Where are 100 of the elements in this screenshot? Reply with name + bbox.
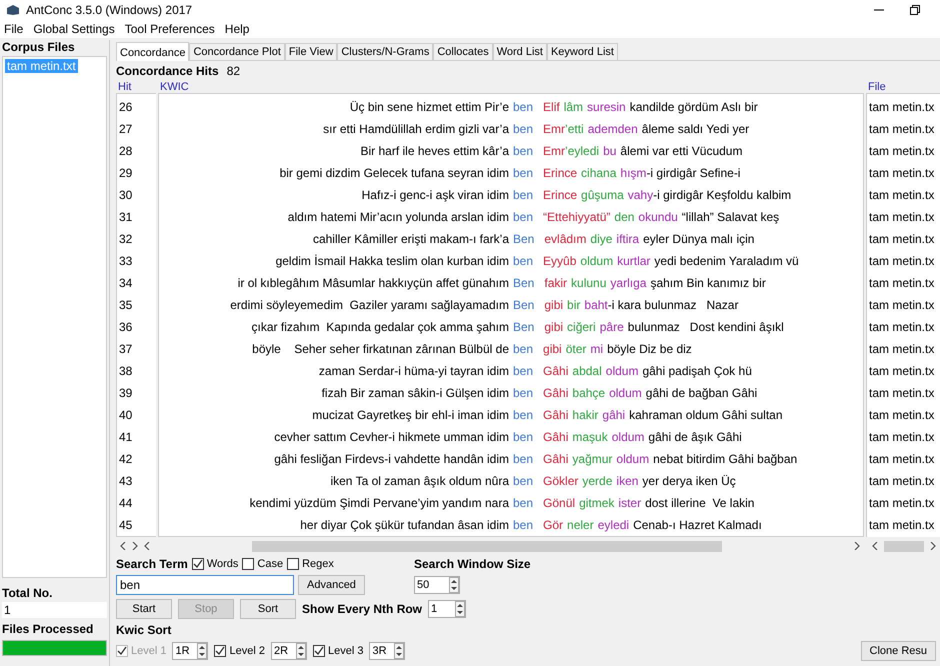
sort-word: Gâhi: [543, 429, 568, 446]
advanced-button[interactable]: Advanced: [298, 575, 365, 595]
column-header[interactable]: Hit: [116, 81, 132, 93]
maximize-icon[interactable]: [910, 5, 920, 15]
left-context: sır etti Hamdülillah erdim gizli var’a: [323, 121, 509, 138]
scroll-right-icon[interactable]: [132, 542, 138, 550]
spinner-arrows-icon[interactable]: [455, 601, 466, 617]
search-term: ben: [513, 407, 534, 424]
menu-item[interactable]: Help: [224, 22, 250, 36]
menu-item[interactable]: Tool Preferences: [124, 22, 215, 36]
spinner-arrows-icon[interactable]: [197, 643, 208, 659]
search-term: ben: [513, 385, 534, 402]
sort-word: oldum: [606, 363, 638, 380]
level-spinner[interactable]: 3R: [369, 642, 406, 660]
sort-word: oldum: [612, 429, 644, 446]
spinner-arrows-icon[interactable]: [449, 577, 459, 593]
search-term: Ben: [513, 319, 534, 336]
sort-word: yağmur: [572, 451, 612, 468]
hit-number: 32: [118, 231, 134, 248]
corpus-files-label: Corpus Files: [2, 40, 76, 54]
sort-word: yerde: [582, 473, 612, 490]
level-spinner[interactable]: 2R: [270, 642, 307, 660]
column-header[interactable]: File: [866, 81, 886, 93]
left-context: böyle Seher seher firkatınan zârınan Bülbül de: [252, 341, 509, 358]
action-button[interactable]: Start: [116, 599, 172, 619]
option-checkbox[interactable]: Regex: [287, 558, 334, 570]
scroll-right-icon[interactable]: [930, 542, 936, 550]
hit-number: 34: [118, 275, 134, 292]
spinner-arrows-icon[interactable]: [394, 643, 404, 659]
file-name: tam metin.tx: [868, 143, 936, 160]
kwic-sort-label: Kwic Sort: [116, 623, 172, 637]
right-context: yer derya iken Üç: [642, 473, 736, 490]
sort-word: okundu: [638, 209, 678, 226]
sort-word: kurtlar: [617, 253, 650, 270]
checkmark-icon: [314, 646, 324, 656]
tab[interactable]: Concordance Plot: [189, 43, 285, 60]
sort-word: Emr: [543, 121, 566, 138]
clone-results-button[interactable]: Clone Resu: [860, 641, 936, 661]
file-name: tam metin.tx: [868, 385, 936, 402]
tab[interactable]: Concordance: [116, 42, 190, 61]
file-name: tam metin.tx: [868, 99, 936, 116]
option-checkbox[interactable]: Words: [192, 558, 238, 570]
sort-word: neler: [567, 517, 594, 534]
sort-word: oldum: [580, 253, 614, 270]
sort-word: iken: [616, 473, 638, 490]
menu-item[interactable]: Global Settings: [33, 22, 115, 36]
scroll-left-icon[interactable]: [144, 542, 150, 550]
right-context: gâhi de âşık Gâhi: [648, 429, 742, 446]
hit-number: 33: [118, 253, 134, 270]
left-context: her diyar Çok şükür tufandan âsan idim: [300, 517, 509, 534]
sort-word: Gâhi: [543, 363, 568, 380]
right-context: -i girdigâr Keşfoldu kalbim: [653, 187, 792, 204]
search-term: ben: [513, 121, 534, 138]
scroll-left-icon[interactable]: [872, 542, 878, 550]
tab[interactable]: Keyword List: [546, 43, 618, 60]
nth-row-spinner[interactable]: 1: [428, 600, 466, 618]
sort-word: bu: [603, 143, 616, 160]
search-term: ben: [513, 451, 534, 468]
file-name: tam metin.tx: [868, 253, 936, 270]
tab[interactable]: Collocates: [433, 43, 493, 60]
right-context: eyler Dünya malı için: [643, 231, 754, 248]
right-context: Cenab-ı Hazret Kalmadı: [633, 517, 762, 534]
sort-word: Erince: [543, 187, 578, 204]
hit-number: 38: [118, 363, 134, 380]
tab[interactable]: Clusters/N-Grams: [337, 43, 434, 60]
right-context: gâhi padişah Çok hü: [642, 363, 752, 380]
sort-word: cihana: [581, 165, 616, 182]
sort-word: vahy: [628, 187, 654, 204]
sort-word: ciğeri: [567, 319, 596, 336]
hit-number: 27: [118, 121, 134, 138]
hit-number: 40: [118, 407, 134, 424]
sort-word: gibi: [544, 297, 564, 314]
sort-word: lâm: [564, 99, 584, 116]
hit-number: 44: [118, 495, 134, 512]
tab[interactable]: File View: [284, 43, 338, 60]
spinner-arrows-icon[interactable]: [296, 643, 306, 659]
left-context: iken Ta ol zaman âşık oldum nûra: [330, 473, 509, 490]
option-checkbox[interactable]: Case: [242, 558, 284, 570]
tab[interactable]: Word List: [492, 43, 547, 60]
sort-word: baht: [584, 297, 608, 314]
level-checkbox[interactable]: Level 2: [214, 645, 265, 657]
sort-word: yarlıga: [610, 275, 646, 292]
sort-word: Erince: [543, 165, 578, 182]
sort-word: gâhi: [602, 407, 626, 424]
scroll-left-icon[interactable]: [120, 542, 126, 550]
left-context: Bir harf ile heves ettim kâr’a: [360, 143, 509, 160]
action-button[interactable]: Sort: [240, 599, 296, 619]
file-name: tam metin.tx: [868, 451, 936, 468]
sort-word: Gâhi: [543, 407, 568, 424]
hit-number: 41: [118, 429, 134, 446]
sort-word: hakir: [572, 407, 598, 424]
menu-item[interactable]: File: [4, 22, 24, 36]
search-field[interactable]: ben: [116, 575, 294, 595]
column-header[interactable]: KWIC: [158, 81, 189, 93]
level-checkbox[interactable]: Level 3: [312, 645, 364, 657]
scroll-right-icon[interactable]: [854, 542, 860, 550]
window-size-spinner[interactable]: 50: [414, 576, 460, 594]
file-name: tam metin.tx: [868, 275, 936, 292]
sort-word: suresin: [587, 99, 626, 116]
file-name: tam metin.tx: [868, 319, 936, 336]
